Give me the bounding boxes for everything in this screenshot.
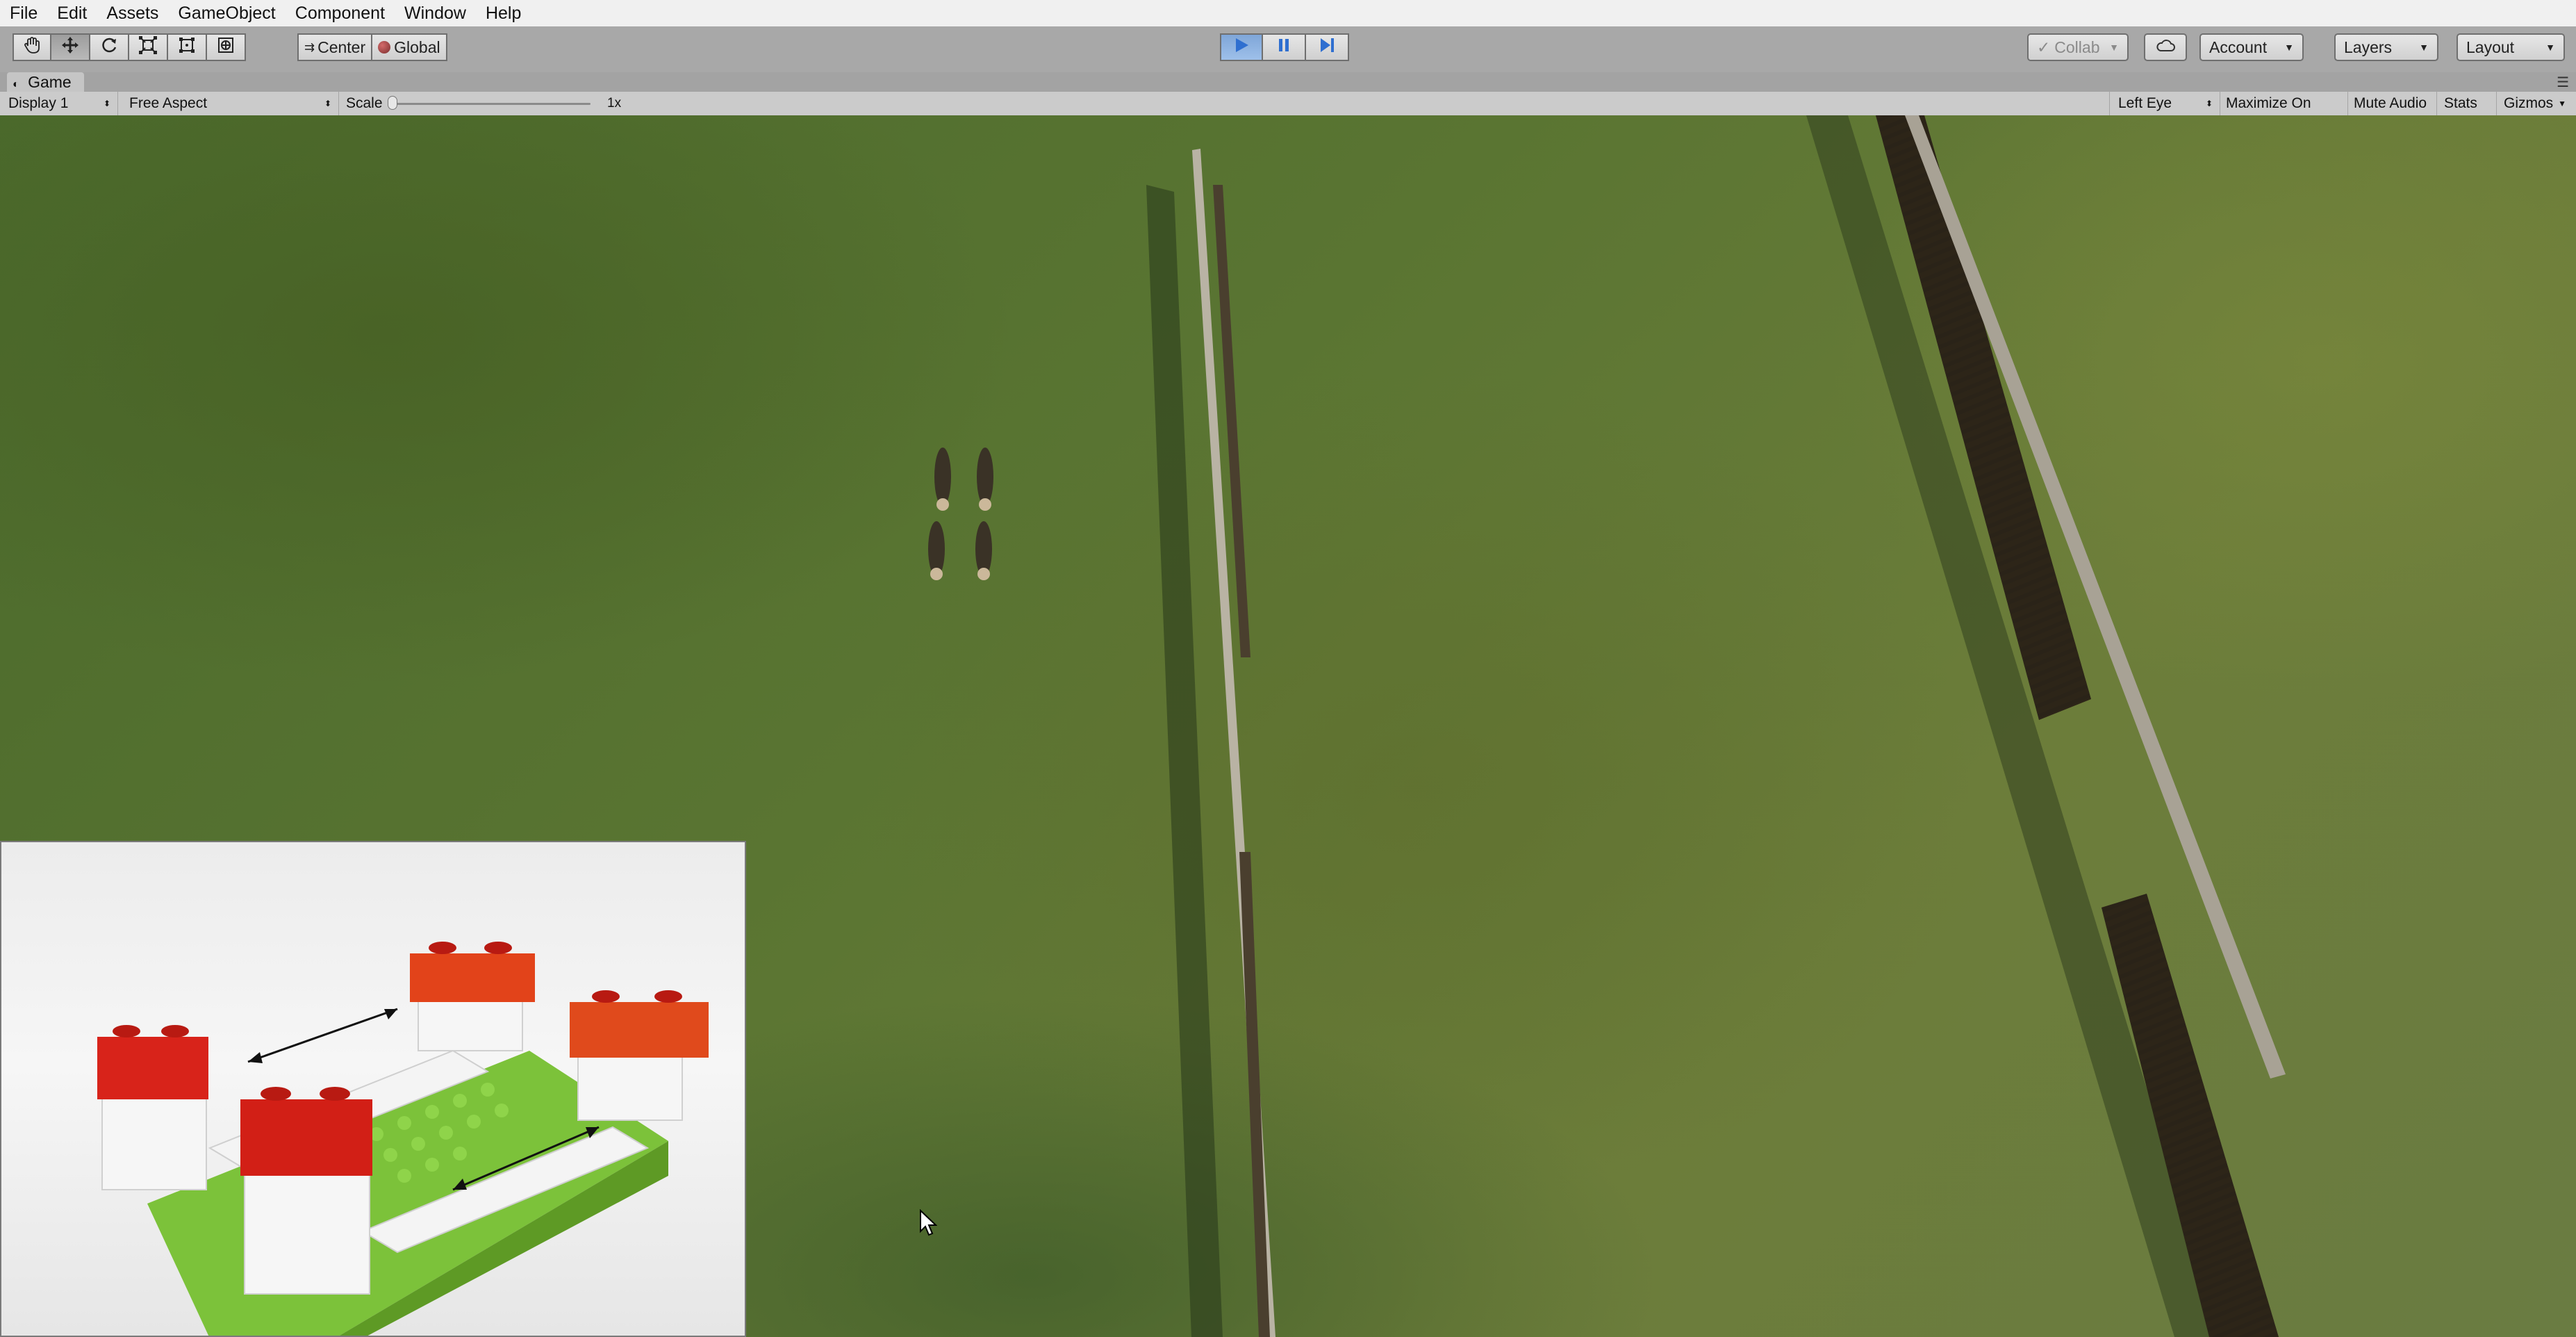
- mute-audio-toggle[interactable]: Mute Audio: [2348, 92, 2437, 115]
- aspect-dropdown[interactable]: Free Aspect ⬍: [118, 92, 339, 115]
- layers-dropdown[interactable]: Layers ▼: [2334, 33, 2438, 61]
- tab-menu-icon[interactable]: ☰: [2557, 74, 2569, 91]
- layout-dropdown[interactable]: Layout ▼: [2457, 33, 2565, 61]
- rotate-icon: [99, 35, 119, 59]
- lego-model-photo: [0, 841, 746, 1337]
- gizmos-dropdown[interactable]: Gizmos ▼: [2497, 92, 2569, 115]
- hand-tool-button[interactable]: [13, 33, 51, 61]
- menu-assets[interactable]: Assets: [97, 0, 168, 26]
- chevron-down-icon: ▼: [2558, 99, 2566, 108]
- pause-icon: [1275, 36, 1293, 58]
- tab-game-label: Game: [28, 73, 72, 91]
- chevron-down-icon: ▼: [2419, 42, 2429, 53]
- globe-icon: [378, 41, 391, 54]
- layout-label: Layout: [2466, 38, 2515, 56]
- gizmos-label: Gizmos: [2504, 95, 2554, 111]
- pivot-group: ⇉ Center Global: [297, 33, 447, 61]
- game-icon: ◐: [13, 79, 19, 90]
- pause-button[interactable]: [1263, 33, 1306, 61]
- transform-tool-button[interactable]: [207, 33, 246, 61]
- transform-icon: [216, 35, 236, 59]
- transform-tools: [13, 33, 246, 61]
- rect-icon: [177, 35, 197, 59]
- menu-edit[interactable]: Edit: [47, 0, 97, 26]
- fence-shadow: [1806, 115, 2223, 1337]
- chevron-down-icon: ▼: [2545, 42, 2555, 53]
- account-dropdown[interactable]: Account ▼: [2199, 33, 2304, 61]
- play-button[interactable]: [1220, 33, 1263, 61]
- display-dropdown[interactable]: Display 1 ⬍: [0, 92, 118, 115]
- cloud-icon: [2155, 38, 2176, 57]
- chevron-down-icon: ▼: [2109, 42, 2119, 53]
- collab-label: Collab: [2054, 38, 2100, 56]
- cloud-button[interactable]: [2144, 33, 2187, 61]
- play-icon: [1232, 36, 1250, 58]
- pivot-center-button[interactable]: ⇉ Center: [297, 33, 373, 61]
- hand-icon: [22, 35, 42, 59]
- fence-rail-right: [1213, 185, 1250, 657]
- menu-gameobject[interactable]: GameObject: [168, 0, 285, 26]
- step-button[interactable]: [1306, 33, 1349, 61]
- chevron-down-icon: ▼: [2284, 42, 2294, 53]
- check-icon: ✓: [2037, 38, 2051, 56]
- menu-component[interactable]: Component: [286, 0, 395, 26]
- mouse-cursor-icon: [919, 1208, 938, 1240]
- menu-window[interactable]: Window: [395, 0, 476, 26]
- step-icon: [1318, 36, 1336, 58]
- scale-tool-button[interactable]: [129, 33, 168, 61]
- updown-icon: ⬍: [324, 99, 331, 108]
- menu-file[interactable]: File: [0, 0, 47, 26]
- eye-label: Left Eye: [2118, 95, 2172, 111]
- aspect-label: Free Aspect: [129, 95, 208, 111]
- scale-slider-track[interactable]: [393, 103, 591, 105]
- menu-bar: File Edit Assets GameObject Component Wi…: [0, 0, 2576, 27]
- account-label: Account: [2209, 38, 2268, 56]
- rect-tool-button[interactable]: [168, 33, 207, 61]
- stats-toggle[interactable]: Stats: [2437, 92, 2497, 115]
- space-label: Global: [394, 38, 440, 56]
- lego-model-illustration: [97, 942, 709, 1336]
- main-toolbar: ⇉ Center Global ✓ Collab ▼ Account ▼ Lay…: [0, 26, 2576, 74]
- pivot-label: Center: [317, 38, 366, 56]
- layers-label: Layers: [2344, 38, 2393, 56]
- fence-rail-lower: [1239, 852, 1270, 1337]
- scale-value: 1x: [607, 96, 622, 110]
- pivot-global-button[interactable]: Global: [372, 33, 447, 61]
- tab-game[interactable]: ◐ Game: [7, 72, 84, 92]
- scale-label: Scale: [346, 95, 383, 111]
- menu-help[interactable]: Help: [476, 0, 531, 26]
- updown-icon: ⬍: [103, 99, 110, 108]
- horses: [928, 448, 993, 580]
- rotate-tool-button[interactable]: [90, 33, 129, 61]
- collab-dropdown[interactable]: ✓ Collab ▼: [2027, 33, 2129, 61]
- scale-icon: [138, 35, 158, 59]
- updown-icon: ⬍: [2205, 99, 2213, 108]
- game-control-bar: Display 1 ⬍ Free Aspect ⬍ Scale 1x Left …: [0, 92, 2576, 135]
- maximize-on-play-toggle[interactable]: Maximize On Play: [2220, 92, 2348, 135]
- scale-slider-thumb[interactable]: [388, 96, 397, 110]
- display-label: Display 1: [8, 95, 69, 111]
- tab-strip: ◐ Game ☰: [0, 72, 2576, 92]
- pivot-icon: ⇉: [304, 40, 315, 54]
- eye-dropdown[interactable]: Left Eye ⬍: [2109, 92, 2220, 115]
- move-icon: [60, 35, 80, 59]
- play-controls: [1220, 33, 1349, 61]
- move-tool-button[interactable]: [51, 33, 90, 61]
